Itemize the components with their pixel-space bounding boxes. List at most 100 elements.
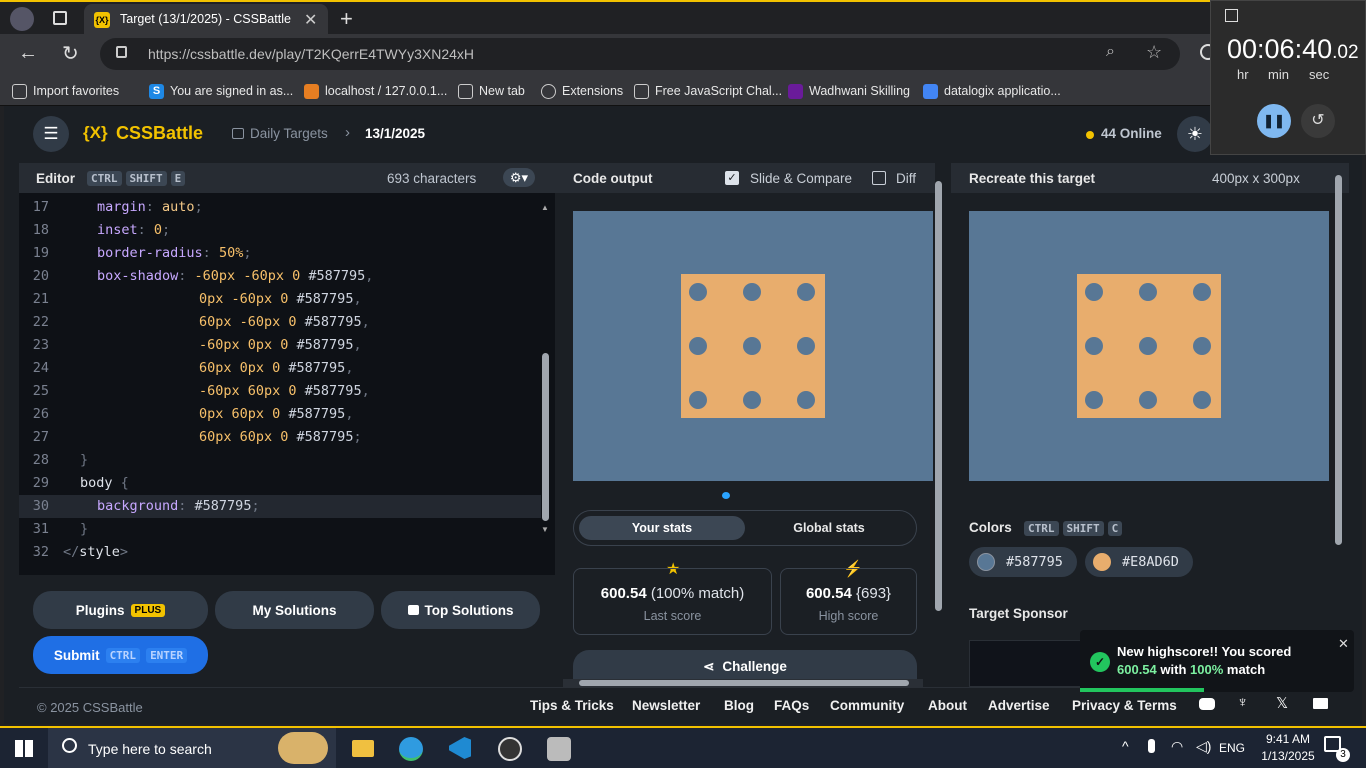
scroll-up-icon[interactable]: ▲ bbox=[541, 203, 549, 212]
favorite-item[interactable]: S You are signed in as... bbox=[149, 81, 293, 101]
reset-button[interactable]: ↺ bbox=[1301, 104, 1335, 138]
chevron-up-icon[interactable]: ^ bbox=[1122, 738, 1129, 754]
wifi-icon[interactable]: ◠ bbox=[1171, 738, 1183, 755]
favorite-item[interactable]: New tab bbox=[458, 81, 525, 101]
target-scrollbar[interactable] bbox=[1335, 175, 1342, 545]
plugins-button[interactable]: Plugins PLUS bbox=[33, 591, 208, 629]
v-scrollbar[interactable] bbox=[935, 173, 943, 663]
slide-compare-label[interactable]: Slide & Compare bbox=[750, 171, 852, 186]
favorite-item[interactable]: Free JavaScript Chal... bbox=[634, 81, 782, 101]
tab-global-stats[interactable]: Global stats bbox=[746, 516, 912, 540]
tab-actions-icon[interactable] bbox=[53, 11, 67, 25]
top-solutions-button[interactable]: Top Solutions bbox=[381, 591, 540, 629]
footer-link[interactable]: Advertise bbox=[988, 698, 1050, 713]
favorite-item[interactable]: Import favorites bbox=[12, 81, 119, 101]
clock-app-icon[interactable] bbox=[547, 737, 571, 761]
bluesky-icon[interactable]: ♆ bbox=[1237, 694, 1248, 711]
editor-settings-button[interactable]: ⚙▾ bbox=[503, 168, 535, 187]
footer-link[interactable]: Privacy & Terms bbox=[1072, 698, 1177, 713]
mail-icon[interactable] bbox=[1313, 698, 1328, 709]
expand-icon[interactable] bbox=[1225, 9, 1238, 22]
favorite-item[interactable]: localhost / 127.0.0.1... bbox=[304, 81, 447, 101]
scroll-thumb[interactable] bbox=[542, 353, 549, 521]
favorite-item[interactable]: Wadhwani Skilling bbox=[788, 81, 910, 101]
challenge-button[interactable]: ⋖ Challenge bbox=[573, 650, 917, 682]
new-tab-icon[interactable]: + bbox=[340, 6, 353, 32]
code-line[interactable]: 23 -60px 0px 0 #587795, bbox=[19, 334, 541, 357]
footer-link[interactable]: Community bbox=[830, 698, 904, 713]
code-line[interactable]: 25 -60px 60px 0 #587795, bbox=[19, 380, 541, 403]
code-line[interactable]: 28} bbox=[19, 449, 541, 472]
my-solutions-button[interactable]: My Solutions bbox=[215, 591, 374, 629]
close-toast-icon[interactable]: ✕ bbox=[1338, 636, 1349, 652]
cube-icon bbox=[634, 83, 649, 99]
code-line[interactable]: 24 60px 0px 0 #587795, bbox=[19, 357, 541, 380]
favorite-item[interactable]: Extensions bbox=[541, 81, 623, 101]
footer-link[interactable]: Newsletter bbox=[632, 698, 700, 713]
obs-icon[interactable] bbox=[498, 737, 522, 761]
close-tab-icon[interactable]: ✕ bbox=[304, 10, 317, 30]
diff-checkbox[interactable] bbox=[872, 171, 886, 185]
code-line[interactable]: 27 60px 60px 0 #587795; bbox=[19, 426, 541, 449]
footer-link[interactable]: Blog bbox=[724, 698, 754, 713]
file-explorer-icon[interactable] bbox=[352, 740, 374, 757]
compare-handle[interactable] bbox=[722, 492, 730, 499]
code-line[interactable]: 29 body { bbox=[19, 472, 541, 495]
color-chip[interactable]: #587795 bbox=[969, 547, 1077, 577]
pause-button[interactable]: ❚❚ bbox=[1257, 104, 1291, 138]
theme-toggle-button[interactable]: ☀ bbox=[1177, 116, 1213, 152]
code-token: : bbox=[178, 498, 195, 514]
slide-compare-checkbox[interactable]: ✓ bbox=[725, 171, 739, 185]
favorite-star-icon[interactable]: ☆ bbox=[1146, 42, 1162, 63]
logo-text[interactable]: CSSBattle bbox=[116, 123, 203, 144]
scroll-down-icon[interactable]: ▼ bbox=[541, 525, 549, 534]
output-canvas[interactable] bbox=[573, 211, 933, 481]
code-line[interactable]: 32 </style> bbox=[19, 541, 541, 564]
tab-your-stats[interactable]: Your stats bbox=[579, 516, 745, 540]
menu-button[interactable]: ☰ bbox=[33, 116, 69, 152]
code-editor[interactable]: 17 margin: auto; 18 inset: 0; 19 border-radiu… bbox=[19, 193, 555, 575]
back-icon[interactable]: ← bbox=[18, 42, 38, 65]
lock-icon[interactable] bbox=[116, 46, 127, 58]
language[interactable]: ENG bbox=[1219, 741, 1245, 755]
profile-avatar[interactable] bbox=[10, 7, 34, 31]
clock-time[interactable]: 9:41 AM bbox=[1258, 732, 1318, 746]
diff-label[interactable]: Diff bbox=[896, 171, 916, 186]
taskbar-search[interactable]: Type here to search bbox=[48, 728, 336, 768]
browser-tab[interactable]: {X} Target (13/1/2025) - CSSBattle ✕ bbox=[84, 4, 328, 36]
refresh-icon[interactable]: ↻ bbox=[62, 41, 79, 66]
favorite-item[interactable]: datalogix applicatio... bbox=[923, 81, 1061, 101]
target-canvas[interactable] bbox=[969, 211, 1329, 481]
breadcrumb-daily-targets[interactable]: Daily Targets bbox=[250, 126, 328, 141]
code-line[interactable]: 20 box-shadow: -60px -60px 0 #587795, bbox=[19, 265, 541, 288]
code-line[interactable]: 21 0px -60px 0 #587795, bbox=[19, 288, 541, 311]
footer-link[interactable]: FAQs bbox=[774, 698, 809, 713]
code-line[interactable]: 31} bbox=[19, 518, 541, 541]
h-scrollbar[interactable] bbox=[563, 679, 923, 687]
vscode-icon[interactable] bbox=[449, 737, 471, 759]
clock-date[interactable]: 1/13/2025 bbox=[1256, 749, 1320, 763]
orange-square bbox=[1077, 274, 1221, 418]
h-scroll-thumb[interactable] bbox=[579, 680, 909, 686]
editor-scrollbar[interactable]: ▲ ▼ bbox=[541, 203, 549, 535]
url-bar[interactable]: https://cssbattle.dev/play/T2KQerrE4TWYy… bbox=[100, 38, 1180, 70]
code-line[interactable]: 18 inset: 0; bbox=[19, 219, 541, 242]
volume-icon[interactable]: ◁) bbox=[1196, 738, 1211, 755]
code-line[interactable]: 26 0px 60px 0 #587795, bbox=[19, 403, 541, 426]
code-line[interactable]: 17 margin: auto; bbox=[19, 196, 541, 219]
sponsor-image[interactable] bbox=[969, 640, 1089, 687]
x-icon[interactable]: 𝕏 bbox=[1276, 694, 1288, 712]
windows-start-icon[interactable] bbox=[15, 740, 33, 757]
code-line[interactable]: 22 60px -60px 0 #587795, bbox=[19, 311, 541, 334]
footer-link[interactable]: Tips & Tricks bbox=[530, 698, 614, 713]
footer-link[interactable]: About bbox=[928, 698, 967, 713]
mic-icon[interactable] bbox=[1148, 739, 1155, 753]
zoom-icon[interactable]: ⌕ bbox=[1106, 43, 1115, 61]
edge-icon[interactable] bbox=[399, 737, 423, 761]
code-line[interactable]: 19 border-radius: 50%; bbox=[19, 242, 541, 265]
submit-button[interactable]: Submit CTRL ENTER bbox=[33, 636, 208, 674]
code-line[interactable]: 30 background: #587795; bbox=[19, 495, 541, 518]
color-chip[interactable]: #E8AD6D bbox=[1085, 547, 1193, 577]
discord-icon[interactable] bbox=[1199, 698, 1215, 710]
v-scroll-thumb[interactable] bbox=[935, 181, 942, 611]
